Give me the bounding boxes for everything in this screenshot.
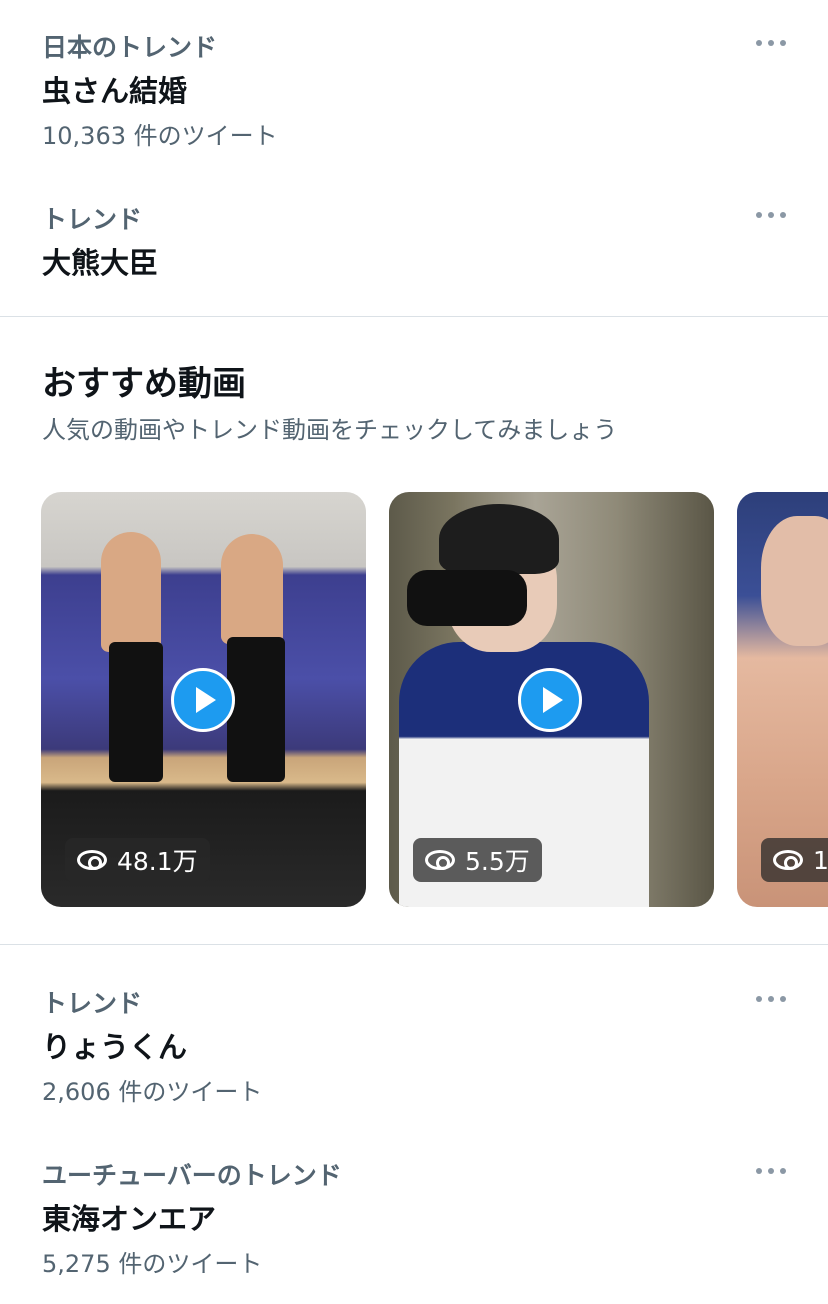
view-count: 48.1万 [65, 838, 210, 882]
trend-item[interactable]: ユーチューバーのトレンド 東海オンエア 5,275 件のツイート [0, 1128, 828, 1304]
view-count-label: 11 [813, 845, 828, 875]
more-horizontal-icon[interactable] [756, 33, 786, 53]
trend-count: 5,275 件のツイート [42, 1250, 263, 1278]
trend-context: トレンド [42, 205, 143, 234]
trend-title: 大熊大臣 [42, 246, 159, 280]
trend-item[interactable]: トレンド 大熊大臣 [0, 170, 828, 310]
trend-title: 東海オンエア [42, 1202, 217, 1236]
view-count: 11 [761, 838, 828, 882]
trend-item[interactable]: 日本のトレンド 虫さん結婚 10,363 件のツイート [0, 0, 828, 170]
video-carousel[interactable]: 48.1万 5.5万 11 [0, 492, 828, 908]
eye-icon [773, 850, 803, 870]
trend-context: ユーチューバーのトレンド [42, 1161, 342, 1190]
video-thumbnail-detail [227, 637, 285, 782]
more-horizontal-icon[interactable] [756, 1161, 786, 1181]
section-divider [0, 316, 828, 317]
view-count: 5.5万 [413, 838, 542, 882]
trend-count: 2,606 件のツイート [42, 1078, 263, 1106]
video-card[interactable]: 11 [737, 492, 828, 907]
eye-icon [425, 850, 455, 870]
video-thumbnail-detail [109, 642, 163, 782]
video-thumbnail-detail [407, 570, 527, 626]
video-card[interactable]: 5.5万 [389, 492, 714, 907]
video-thumbnail [761, 516, 828, 646]
video-thumbnail-detail [221, 534, 283, 644]
video-card[interactable]: 48.1万 [41, 492, 366, 907]
play-icon[interactable] [518, 668, 582, 732]
view-count-label: 5.5万 [465, 847, 530, 876]
trend-title: りょうくん [42, 1030, 188, 1064]
video-thumbnail-detail [439, 504, 559, 574]
section-divider [0, 944, 828, 945]
eye-icon [77, 850, 107, 870]
trend-count: 10,363 件のツイート [42, 122, 278, 150]
play-icon[interactable] [171, 668, 235, 732]
trend-context: トレンド [42, 989, 143, 1018]
section-subtitle: 人気の動画やトレンド動画をチェックしてみましょう [42, 416, 618, 444]
video-thumbnail [101, 532, 161, 652]
trend-context: 日本のトレンド [42, 33, 218, 62]
trend-item[interactable]: トレンド りょうくん 2,606 件のツイート [0, 956, 828, 1126]
section-title: おすすめ動画 [42, 364, 246, 404]
view-count-label: 48.1万 [117, 847, 198, 876]
more-horizontal-icon[interactable] [756, 205, 786, 225]
trend-title: 虫さん結婚 [42, 74, 188, 108]
more-horizontal-icon[interactable] [756, 989, 786, 1009]
